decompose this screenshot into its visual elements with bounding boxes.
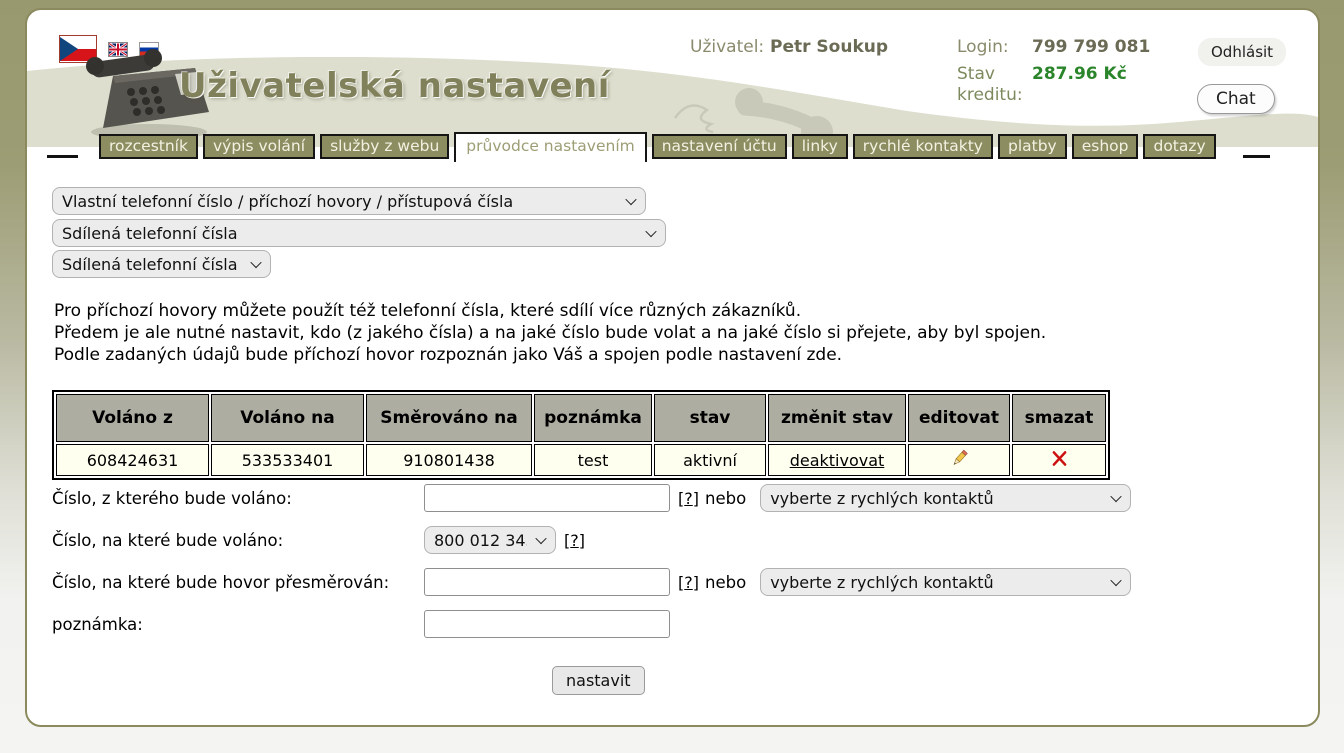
col-stav: stav	[654, 394, 766, 442]
help-bracket-close: ]	[579, 531, 585, 550]
cell-volano-z: 608424631	[56, 444, 209, 476]
page-title: Uživatelská nastavení	[179, 66, 610, 106]
col-volano-z: Voláno z	[56, 394, 209, 442]
login-label: Login:	[957, 37, 1009, 57]
form-row-called-from: Číslo, z kterého bude voláno: [?] nebo v…	[52, 484, 1292, 512]
called-from-input[interactable]	[424, 484, 670, 512]
form-row-note: poznámka:	[52, 610, 1292, 638]
note-input[interactable]	[424, 610, 670, 638]
col-zmenit-stav: změnit stav	[768, 394, 906, 442]
cell-poznamka: test	[534, 444, 652, 476]
tabline-right	[1243, 155, 1270, 158]
col-editovat: editovat	[908, 394, 1010, 442]
tab-pruvodce-nastavenim[interactable]: průvodce nastavením	[454, 132, 646, 162]
col-smazat: smazat	[1012, 394, 1106, 442]
intro-text: Pro příchozí hovory můžete použít též te…	[54, 300, 1046, 366]
tab-rozcestnik[interactable]: rozcestník	[99, 134, 198, 159]
user-label: Uživatel:	[690, 37, 764, 57]
credit-value: 287.96 Kč	[1032, 64, 1127, 84]
called-from-label: Číslo, z kterého bude voláno:	[52, 489, 424, 508]
login-value: 799 799 081	[1032, 37, 1150, 57]
form-row-called-to: Číslo, na které bude voláno: 800 012 345…	[52, 526, 1292, 554]
cell-volano-na: 533533401	[211, 444, 364, 476]
intro-line-1: Pro příchozí hovory můžete použít též te…	[54, 300, 1046, 322]
cell-smerovano-na: 910801438	[366, 444, 532, 476]
called-to-label: Číslo, na které bude voláno:	[52, 531, 424, 550]
red-x-icon[interactable]	[1051, 450, 1068, 467]
submit-button[interactable]: nastavit	[552, 666, 645, 695]
table-header-row: Voláno z Voláno na Směrováno na poznámka…	[56, 394, 1106, 442]
access-number-select[interactable]: 800 012 345	[424, 526, 556, 554]
intro-line-2: Předem je ale nutné nastavit, kdo (z jak…	[54, 322, 1046, 344]
credit-label: Stav kreditu:	[957, 64, 1037, 106]
tab-eshop[interactable]: eshop	[1072, 134, 1139, 159]
user-name: Petr Soukup	[770, 37, 888, 57]
intro-line-3: Podle zadaných údajů bude příchozí hovor…	[54, 344, 1046, 366]
category-select[interactable]: Vlastní telefonní číslo / příchozí hovor…	[52, 187, 646, 215]
cell-zmenit-stav: deaktivovat	[768, 444, 906, 476]
help-called-to: [?]	[564, 531, 585, 550]
or-label: nebo	[705, 573, 746, 592]
or-label: nebo	[705, 489, 746, 508]
cell-stav: aktivní	[654, 444, 766, 476]
table-row: 608424631 533533401 910801438 test aktiv…	[56, 444, 1106, 476]
note-label: poznámka:	[52, 615, 424, 634]
form-row-redirect: Číslo, na které bude hovor přesměrován: …	[52, 568, 1292, 596]
tab-sluzby-z-webu[interactable]: služby z webu	[320, 134, 449, 159]
shared-numbers-table: Voláno z Voláno na Směrováno na poznámka…	[52, 390, 1110, 480]
col-smerovano-na: Směrováno na	[366, 394, 532, 442]
help-bracket-close: ]	[693, 573, 699, 592]
help-link-called-to[interactable]: ?	[570, 531, 579, 550]
tab-nastaveni-uctu[interactable]: nastavení účtu	[652, 134, 787, 159]
quick-contacts-select-from[interactable]: vyberte z rychlých kontaktů	[760, 484, 1131, 512]
tab-rychle-kontakty[interactable]: rychlé kontakty	[853, 134, 993, 159]
pencil-icon[interactable]	[950, 449, 969, 468]
tab-dotazy[interactable]: dotazy	[1143, 134, 1215, 159]
tab-linky[interactable]: linky	[792, 134, 848, 159]
help-bracket-close: ]	[693, 489, 699, 508]
nav-tabs: rozcestník výpis volání služby z webu pr…	[99, 134, 1216, 162]
redirect-label: Číslo, na které bude hovor přesměrován:	[52, 573, 424, 592]
tab-vypis-volani[interactable]: výpis volání	[203, 134, 315, 159]
quick-contacts-select-redirect[interactable]: vyberte z rychlých kontaktů	[760, 568, 1131, 596]
main-panel: Uživatelská nastavení Uživatel: Petr Sou…	[25, 8, 1320, 727]
help-redirect: [?]	[678, 573, 699, 592]
redirect-input[interactable]	[424, 568, 670, 596]
help-link-called-from[interactable]: ?	[684, 489, 693, 508]
cell-smazat	[1012, 444, 1106, 476]
help-link-redirect[interactable]: ?	[684, 573, 693, 592]
subcategory-select[interactable]: Sdílená telefonní čísla	[52, 219, 666, 247]
logout-button[interactable]: Odhlásit	[1198, 38, 1286, 66]
cell-editovat	[908, 444, 1010, 476]
subsubcategory-select[interactable]: Sdílená telefonní čísla	[52, 250, 271, 278]
help-called-from: [?]	[678, 489, 699, 508]
chat-button[interactable]: Chat	[1197, 84, 1275, 114]
call-setup-form: Číslo, z kterého bude voláno: [?] nebo v…	[52, 484, 1292, 695]
tab-platby[interactable]: platby	[998, 134, 1067, 159]
tabline-left	[47, 155, 78, 158]
col-poznamka: poznámka	[534, 394, 652, 442]
col-volano-na: Voláno na	[211, 394, 364, 442]
nav-tabbar: rozcestník výpis volání služby z webu pr…	[27, 134, 1318, 170]
deactivate-link[interactable]: deaktivovat	[790, 451, 885, 470]
